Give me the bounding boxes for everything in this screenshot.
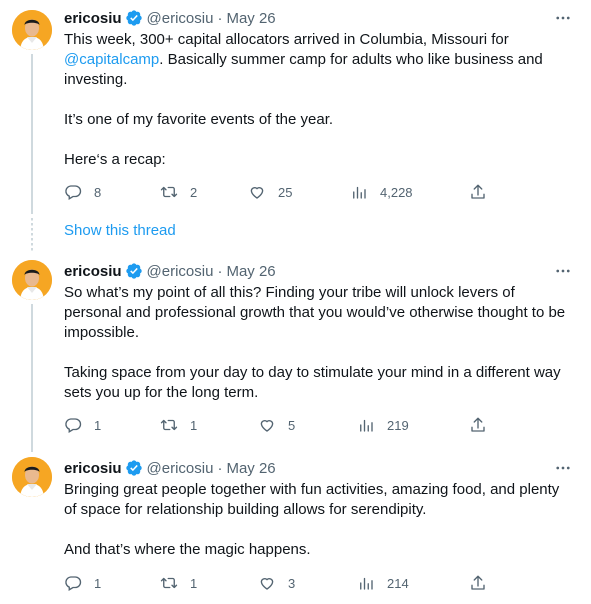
tweet-paragraph: Taking space from your day to day to sti… bbox=[64, 364, 561, 401]
tweet-date[interactable]: May 26 bbox=[226, 10, 275, 27]
tweet-text: Bringing great people together with fun … bbox=[64, 480, 574, 560]
thread-gap-dots bbox=[31, 218, 33, 252]
views-icon bbox=[360, 577, 373, 590]
view-count: 214 bbox=[387, 575, 409, 591]
author-name[interactable]: ericosiu bbox=[64, 10, 122, 27]
tweet-date[interactable]: May 26 bbox=[226, 460, 275, 477]
retweet-button[interactable]: 1 bbox=[160, 573, 197, 593]
reply-button[interactable]: 1 bbox=[64, 573, 101, 593]
retweet-count: 1 bbox=[190, 575, 198, 591]
tweet-actions: 1 1 3 214 bbox=[64, 573, 494, 593]
reply-count: 1 bbox=[94, 417, 102, 433]
like-button[interactable]: 3 bbox=[258, 573, 295, 593]
share-icon bbox=[471, 417, 485, 432]
tweet-header: ericosiu @ericosiu · May 26 bbox=[64, 261, 276, 281]
tweet-text-part: This week, 300+ capital allocators arriv… bbox=[64, 31, 509, 48]
tweet-text: So what’s my point of all this? Finding … bbox=[64, 283, 574, 403]
views-button[interactable]: 214 bbox=[357, 573, 409, 593]
separator-dot: · bbox=[217, 262, 223, 280]
reply-count: 8 bbox=[94, 184, 102, 200]
retweet-icon bbox=[160, 186, 178, 198]
reply-button[interactable]: 1 bbox=[64, 415, 101, 435]
mention-link[interactable]: @capitalcamp bbox=[64, 51, 159, 68]
verified-badge-icon bbox=[125, 9, 143, 27]
view-count: 4,228 bbox=[380, 184, 413, 200]
verified-badge-icon bbox=[125, 459, 143, 477]
retweet-button[interactable]: 1 bbox=[160, 415, 197, 435]
like-count: 3 bbox=[288, 575, 296, 591]
view-count: 219 bbox=[387, 417, 409, 433]
verified-badge-icon bbox=[125, 262, 143, 280]
tweet-text: This week, 300+ capital allocators arriv… bbox=[64, 30, 574, 170]
author-name[interactable]: ericosiu bbox=[64, 263, 122, 280]
tweet-actions: 8 2 25 4,228 bbox=[64, 182, 494, 202]
author-handle[interactable]: @ericosiu bbox=[147, 10, 214, 27]
author-handle[interactable]: @ericosiu bbox=[147, 263, 214, 280]
views-icon bbox=[360, 419, 373, 432]
author-handle[interactable]: @ericosiu bbox=[147, 460, 214, 477]
more-options-icon[interactable] bbox=[553, 8, 573, 28]
reply-icon bbox=[65, 185, 82, 200]
separator-dot: · bbox=[217, 459, 223, 477]
avatar[interactable] bbox=[12, 260, 52, 300]
views-icon bbox=[353, 186, 366, 199]
views-button[interactable]: 219 bbox=[357, 415, 409, 435]
retweet-icon bbox=[160, 419, 178, 431]
more-options-icon[interactable] bbox=[553, 261, 573, 281]
retweet-count: 2 bbox=[190, 184, 198, 200]
share-icon bbox=[471, 184, 485, 199]
like-count: 5 bbox=[288, 417, 296, 433]
retweet-icon bbox=[160, 577, 178, 589]
like-button[interactable]: 25 bbox=[248, 182, 292, 202]
share-button[interactable] bbox=[469, 573, 487, 593]
author-name[interactable]: ericosiu bbox=[64, 460, 122, 477]
more-options-icon[interactable] bbox=[553, 458, 573, 478]
reply-button[interactable]: 8 bbox=[64, 182, 101, 202]
thread-connector bbox=[31, 54, 33, 214]
avatar[interactable] bbox=[12, 10, 52, 50]
tweet-header: ericosiu @ericosiu · May 26 bbox=[64, 458, 276, 478]
like-count: 25 bbox=[278, 184, 293, 200]
share-icon bbox=[471, 575, 485, 590]
heart-icon bbox=[260, 578, 274, 590]
tweet-actions: 1 1 5 219 bbox=[64, 415, 494, 435]
heart-icon bbox=[250, 187, 264, 199]
tweet-paragraph: Bringing great people together with fun … bbox=[64, 481, 560, 518]
tweet-paragraph: So what’s my point of all this? Finding … bbox=[64, 284, 566, 341]
tweet-paragraph: Here‘s a recap: bbox=[64, 151, 166, 168]
retweet-button[interactable]: 2 bbox=[160, 182, 197, 202]
share-button[interactable] bbox=[469, 182, 487, 202]
tweet-paragraph: It’s one of my favorite events of the ye… bbox=[64, 111, 334, 128]
separator-dot: · bbox=[217, 9, 223, 27]
like-button[interactable]: 5 bbox=[258, 415, 295, 435]
share-button[interactable] bbox=[469, 415, 487, 435]
show-thread-link[interactable]: Show this thread bbox=[64, 222, 176, 239]
retweet-count: 1 bbox=[190, 417, 198, 433]
reply-icon bbox=[65, 576, 82, 591]
views-button[interactable]: 4,228 bbox=[350, 182, 413, 202]
heart-icon bbox=[260, 420, 274, 432]
thread-connector bbox=[31, 304, 33, 452]
tweet-date[interactable]: May 26 bbox=[226, 263, 275, 280]
avatar[interactable] bbox=[12, 457, 52, 497]
tweet-header: ericosiu @ericosiu · May 26 bbox=[64, 8, 276, 28]
reply-count: 1 bbox=[94, 575, 102, 591]
reply-icon bbox=[65, 418, 82, 433]
tweet-paragraph: And that’s where the magic happens. bbox=[64, 541, 311, 558]
